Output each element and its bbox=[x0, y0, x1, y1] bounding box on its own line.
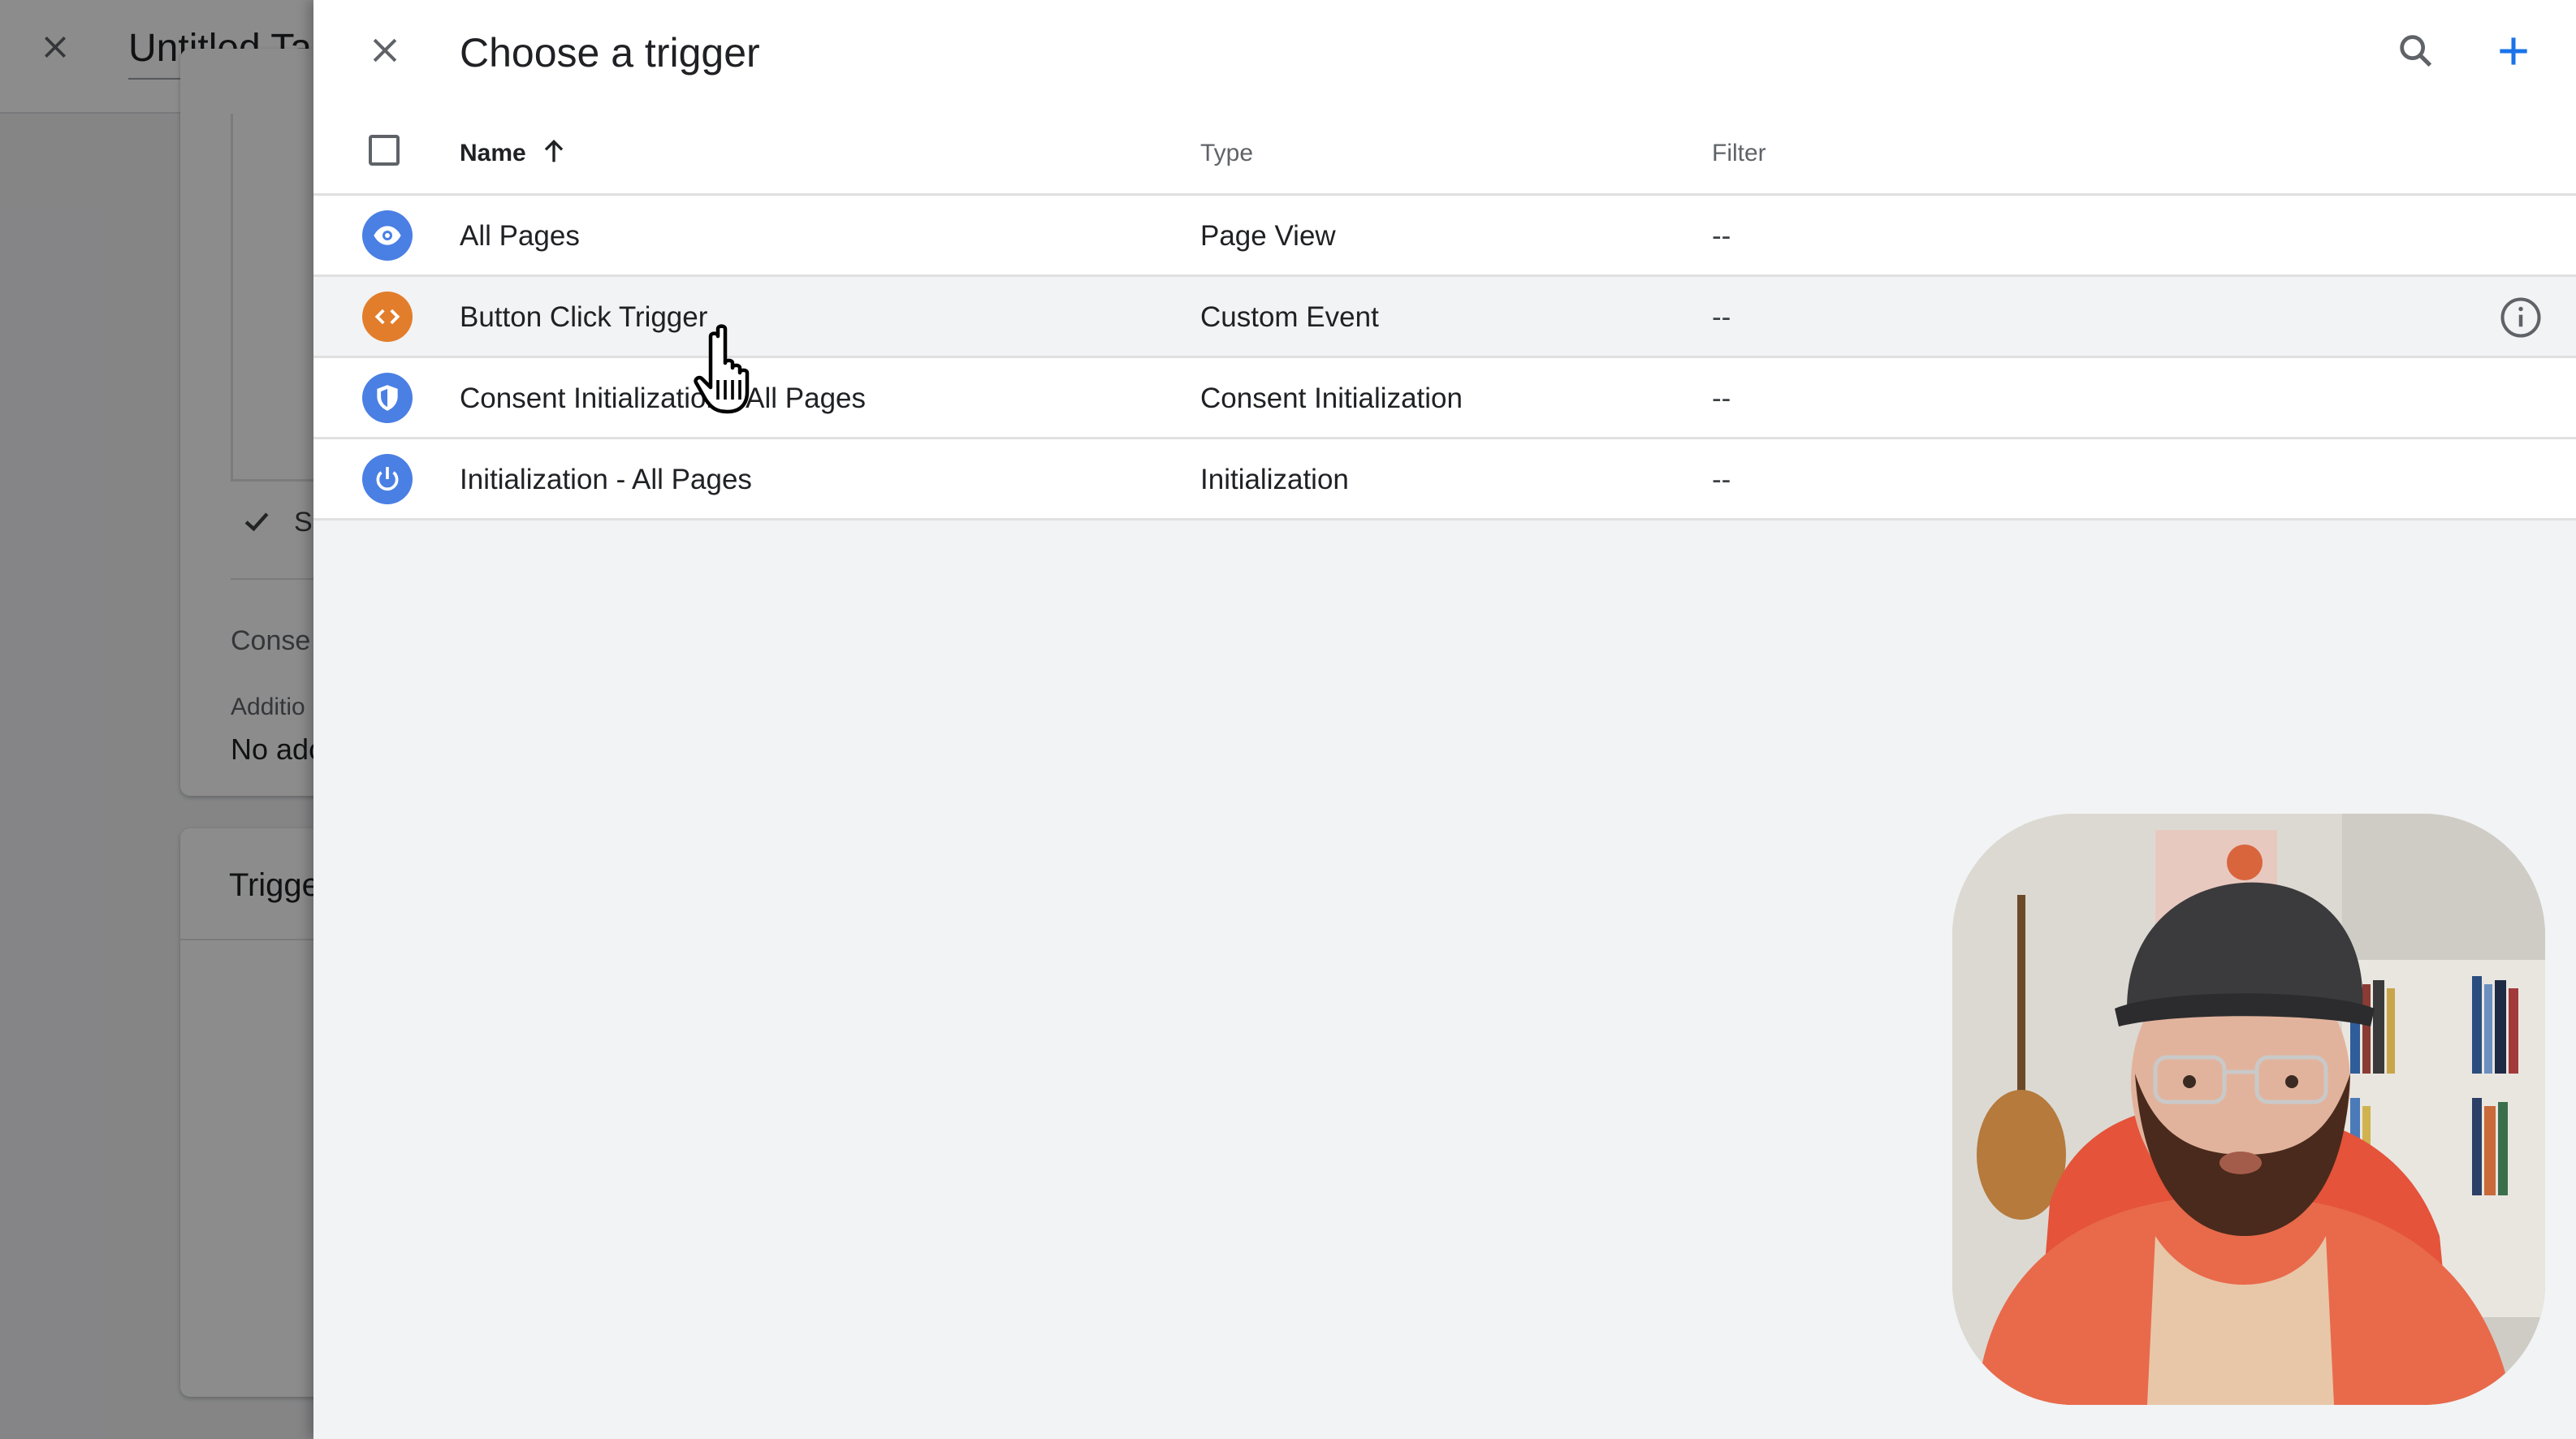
trigger-info-button[interactable] bbox=[2498, 295, 2544, 340]
trigger-filter: -- bbox=[1712, 382, 1731, 414]
table-header: Name Type Filter bbox=[313, 106, 2576, 196]
column-header-type[interactable]: Type bbox=[1200, 140, 1253, 167]
add-trigger-button[interactable] bbox=[2485, 23, 2542, 80]
close-panel-button[interactable] bbox=[359, 24, 411, 76]
shield-icon bbox=[377, 385, 398, 411]
trigger-filter: -- bbox=[1712, 301, 1731, 333]
code-brackets-icon bbox=[374, 309, 400, 325]
info-icon bbox=[2500, 297, 2541, 338]
trigger-row-initialization[interactable]: Initialization - All Pages Initializatio… bbox=[313, 439, 2576, 521]
trigger-row-all-pages[interactable]: All Pages Page View -- bbox=[313, 196, 2576, 277]
webcam-overlay bbox=[1952, 814, 2545, 1405]
trigger-row-button-click[interactable]: Button Click Trigger Custom Event -- bbox=[313, 277, 2576, 358]
trigger-name: All Pages bbox=[460, 220, 580, 252]
search-icon bbox=[2400, 35, 2432, 67]
trigger-type: Consent Initialization bbox=[1200, 382, 1463, 414]
eye-icon bbox=[374, 226, 401, 245]
column-header-filter[interactable]: Filter bbox=[1712, 140, 1766, 167]
trigger-type-badge bbox=[362, 373, 413, 423]
close-icon bbox=[373, 38, 397, 63]
trigger-name: Button Click Trigger bbox=[460, 301, 708, 333]
hand-pointer-cursor-icon bbox=[694, 324, 750, 414]
trigger-name: Initialization - All Pages bbox=[460, 464, 752, 495]
select-all-checkbox[interactable] bbox=[369, 135, 400, 166]
sort-ascending-icon[interactable] bbox=[538, 135, 570, 167]
trigger-type: Page View bbox=[1200, 220, 1336, 252]
trigger-type-badge bbox=[362, 454, 413, 504]
trigger-type: Initialization bbox=[1200, 464, 1349, 495]
panel-title: Choose a trigger bbox=[460, 30, 760, 76]
trigger-row-consent-initialization[interactable]: Consent Initialization - All Pages Conse… bbox=[313, 358, 2576, 439]
search-button[interactable] bbox=[2388, 23, 2444, 80]
column-header-name[interactable]: Name bbox=[460, 140, 526, 167]
trigger-type-badge bbox=[362, 292, 413, 342]
panel-header: Choose a trigger bbox=[313, 0, 2576, 106]
trigger-table: Name Type Filter All Pages Page View -- … bbox=[313, 106, 2576, 521]
trigger-name: Consent Initialization - All Pages bbox=[460, 382, 866, 414]
plus-icon bbox=[2500, 37, 2527, 65]
trigger-filter: -- bbox=[1712, 220, 1731, 252]
trigger-type: Custom Event bbox=[1200, 301, 1379, 333]
power-icon bbox=[376, 467, 399, 491]
trigger-type-badge bbox=[362, 210, 413, 261]
presenter-video-feed bbox=[1952, 814, 2545, 1405]
trigger-filter: -- bbox=[1712, 464, 1731, 495]
